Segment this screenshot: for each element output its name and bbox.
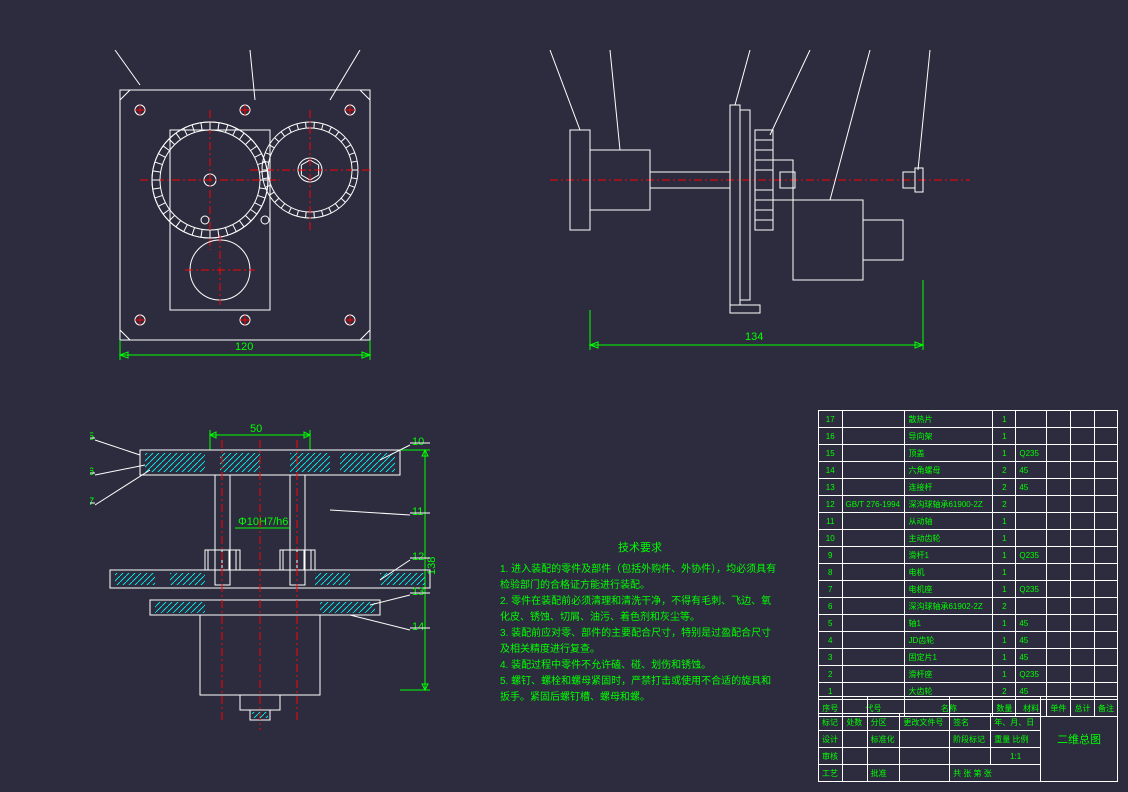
dim-120: 120 <box>235 341 253 353</box>
dim-134: 134 <box>745 331 763 343</box>
balloon-8: 8 <box>865 50 871 53</box>
side-view: 134 4 5 6 7 8 9 <box>530 50 1000 380</box>
balloon-9: 9 <box>925 50 931 53</box>
dim-50: 50 <box>250 423 262 435</box>
balloon-3: 3 <box>362 50 368 53</box>
top-view: 120 1 2 3 <box>70 50 450 380</box>
balloon-17: 17 <box>90 496 94 508</box>
balloon-16: 16 <box>90 466 94 478</box>
dim-138: 138 <box>426 557 438 575</box>
note-2: 2. 零件在装配前必须清理和清洗干净，不得有毛刺、飞边、氧化皮、锈蚀、切屑、油污… <box>500 594 780 626</box>
balloon-4: 4 <box>540 50 546 53</box>
note-4: 4. 装配过程中零件不允许磕、碰、划伤和锈蚀。 <box>500 658 780 674</box>
balloon-2: 2 <box>245 50 251 53</box>
note-1: 1. 进入装配的零件及部件（包括外购件、外协件），均必须具有检验部门的合格证方能… <box>500 562 780 594</box>
balloon-11: 11 <box>412 506 423 518</box>
title-block: 二维总图 标记处数分区更改文件号签名年、月、日 设计标准化阶段标记重量 比例 审… <box>818 696 1118 782</box>
balloon-14: 14 <box>412 621 424 633</box>
balloon-13: 13 <box>412 586 424 598</box>
notes-title: 技术要求 <box>500 540 780 558</box>
section-view: 50 138 Φ10H7/h6 15 16 17 10 11 12 13 14 <box>90 420 450 770</box>
balloon-6: 6 <box>745 50 751 53</box>
note-3: 3. 装配前应对零、部件的主要配合尺寸，特别是过盈配合尺寸及相关精度进行复查。 <box>500 626 780 658</box>
balloon-7: 7 <box>805 50 811 53</box>
balloon-1: 1 <box>105 50 111 53</box>
balloon-5: 5 <box>602 50 608 53</box>
balloon-15: 15 <box>90 431 94 443</box>
bom-table: 17散热片116导向架115顶盖1Q23514六角螺母24513连接杆24512… <box>818 410 1118 717</box>
drawing-title: 二维总图 <box>1041 697 1118 782</box>
dim-phi10: Φ10H7/h6 <box>238 516 288 528</box>
balloon-10: 10 <box>412 436 424 448</box>
balloon-12: 12 <box>412 551 424 563</box>
note-5: 5. 螺钉、螺栓和螺母紧固时，严禁打击或使用不合适的旋具和扳手。紧固后螺钉槽、螺… <box>500 674 780 706</box>
cad-drawing-canvas: 120 1 2 3 134 4 5 6 7 8 9 50 138 Φ10H7/h… <box>0 0 1128 792</box>
technical-notes: 技术要求 1. 进入装配的零件及部件（包括外购件、外协件），均必须具有检验部门的… <box>500 540 780 706</box>
